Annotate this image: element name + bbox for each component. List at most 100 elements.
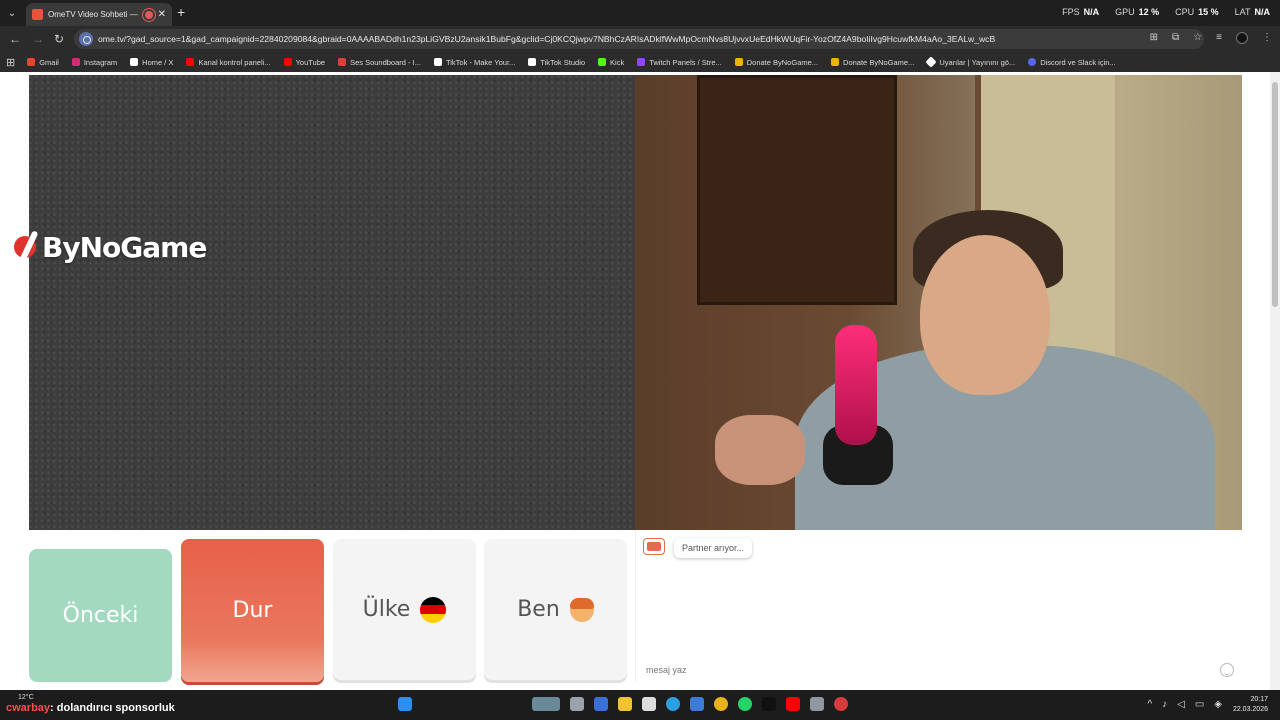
youtube-taskbar-icon[interactable]	[786, 697, 800, 711]
bynogame-icon	[831, 58, 840, 66]
site-info-icon[interactable]	[79, 32, 93, 46]
folder-icon[interactable]	[618, 697, 632, 711]
volume-icon[interactable]: ◈	[1214, 699, 1222, 710]
kick-icon	[598, 58, 607, 66]
tab-search-icon[interactable]: ⌄	[0, 0, 24, 26]
reload-icon[interactable]: ↻	[54, 32, 64, 46]
partner-video-static	[29, 75, 635, 530]
gender-button[interactable]: Ben	[484, 539, 627, 680]
network-icon[interactable]: ▭	[1195, 699, 1204, 710]
weather-temperature[interactable]: 12°C	[18, 694, 34, 701]
bynogame-logo-text: ByNoGame	[42, 230, 207, 264]
edge-icon[interactable]	[666, 697, 680, 711]
url-text[interactable]: ome.tv/?gad_source=1&gad_campaignid=2284…	[98, 34, 995, 44]
whatsapp-icon[interactable]	[738, 697, 752, 711]
obs-icon[interactable]	[834, 697, 848, 711]
performance-overlay: FPS N/A GPU 12 % CPU 15 % LAT N/A	[1062, 7, 1270, 17]
taskbar-apps	[398, 697, 848, 711]
microphone-tray-icon[interactable]: ♪	[1162, 699, 1167, 710]
windows-taskbar: 12°C cwarbay: dolandırıcı sponsorluk ^ ♪…	[0, 690, 1280, 720]
alerts-diamond-icon	[925, 56, 938, 68]
bookmark-alerts[interactable]: Uyarılar | Yayınını gö...	[925, 56, 1015, 68]
bookmark-tiktok-studio[interactable]: TikTok Studio	[528, 58, 585, 67]
bookmark-youtube-studio[interactable]: Kanal kontrol paneli...	[186, 58, 271, 67]
bookmark-star-icon[interactable]: ☆	[1193, 32, 1202, 44]
calculator-icon[interactable]	[642, 697, 656, 711]
twitch-icon	[637, 58, 646, 66]
perf-cpu: CPU 15 %	[1175, 7, 1219, 17]
country-label: Ülke	[362, 597, 411, 622]
bookmark-twitch-panels[interactable]: Twitch Panels / Stre...	[637, 58, 722, 67]
cast-icon[interactable]: ⧉	[1172, 32, 1179, 44]
scrollbar-thumb[interactable]	[1272, 82, 1278, 307]
tiktok-taskbar-icon[interactable]	[762, 697, 776, 711]
camera-bookshelf	[697, 75, 897, 305]
bookmark-kick[interactable]: Kick	[598, 58, 624, 67]
tab-title: OmeTV Video Sohbeti — O	[48, 10, 140, 19]
country-button[interactable]: Ülke	[333, 539, 476, 680]
message-input[interactable]	[644, 663, 1214, 677]
windows-start-icon[interactable]	[398, 697, 412, 711]
bookmarks-bar: ⊞ Gmail Instagram Home / X Kanal kontrol…	[0, 52, 1280, 72]
bookmark-discord[interactable]: Discord ve Slack için...	[1028, 58, 1116, 67]
youtube-studio-icon	[186, 58, 195, 66]
boy-face-icon	[569, 597, 594, 622]
bynogame-logo: ByNoGame	[12, 230, 207, 264]
settings-gear-icon[interactable]	[810, 697, 824, 711]
ticker-message: : dolandırıcı sponsorluk	[50, 702, 175, 714]
system-tray: ^ ♪ ◁ ▭ ◈	[1147, 699, 1222, 710]
browser-toolbar: ← → ↻ ome.tv/?gad_source=1&gad_campaigni…	[0, 26, 1280, 52]
store-icon[interactable]	[594, 697, 608, 711]
bookmark-youtube[interactable]: YouTube	[283, 58, 325, 67]
bookmark-x[interactable]: Home / X	[130, 58, 173, 67]
mail-icon[interactable]	[690, 697, 704, 711]
ticker-username: cwarbay	[6, 702, 51, 714]
bynogame-logo-icon	[12, 230, 40, 264]
emoji-icon[interactable]	[1220, 663, 1234, 677]
tab-close-icon[interactable]: ✕	[158, 9, 166, 20]
bookmark-tiktok[interactable]: TikTok - Make Your...	[433, 58, 515, 67]
perf-gpu: GPU 12 %	[1115, 7, 1160, 17]
profile-avatar[interactable]	[1236, 32, 1248, 44]
back-arrow-icon[interactable]: ←	[9, 32, 21, 46]
extensions-icon[interactable]: ≡	[1216, 32, 1222, 44]
tab-ometv[interactable]: OmeTV Video Sohbeti — O ✕	[26, 3, 172, 26]
speaker-icon[interactable]: ◁	[1177, 699, 1185, 710]
bookmark-donate-2[interactable]: Donate ByNoGame...	[831, 58, 914, 67]
bynogame-icon	[734, 58, 743, 66]
stop-label: Dur	[232, 598, 273, 623]
toolbar-actions: ⊞ ⧉ ☆ ≡ ⋮	[1150, 32, 1272, 44]
bookmark-soundboard[interactable]: Ses Soundboard - I...	[338, 58, 421, 67]
address-bar[interactable]: ome.tv/?gad_source=1&gad_campaignid=2284…	[74, 29, 1204, 49]
instagram-icon	[71, 58, 80, 66]
bookmark-instagram[interactable]: Instagram	[71, 58, 117, 67]
file-icon[interactable]	[570, 697, 584, 711]
bookmark-gmail[interactable]: Gmail	[27, 58, 59, 67]
menu-kebab-icon[interactable]: ⋮	[1262, 32, 1272, 44]
tray-overflow-icon[interactable]: ^	[1147, 699, 1152, 710]
chrome-icon[interactable]	[714, 697, 728, 711]
tiktok-icon	[433, 58, 442, 66]
soundboard-icon	[338, 58, 347, 66]
youtube-icon	[283, 58, 292, 66]
tiktok-studio-icon	[528, 58, 537, 66]
widgets-car-icon[interactable]	[532, 697, 560, 711]
previous-button[interactable]: Önceki	[29, 549, 172, 682]
forward-arrow-icon[interactable]: →	[32, 32, 44, 46]
gmail-icon	[27, 58, 36, 66]
bookmark-donate-1[interactable]: Donate ByNoGame...	[734, 58, 818, 67]
stream-ticker: cwarbay: dolandırıcı sponsorluk	[6, 702, 175, 714]
chat-panel: Partner arıyor...	[635, 530, 1242, 682]
clock-time: 20:17	[1250, 696, 1268, 703]
page-scrollbar[interactable]	[1270, 72, 1280, 690]
stop-button[interactable]: Dur	[181, 539, 324, 682]
browser-tab-strip: ⌄ OmeTV Video Sohbeti — O ✕ + FPS N/A GPU…	[0, 0, 1280, 26]
self-camera-video	[635, 75, 1242, 530]
ometv-favicon-icon	[32, 9, 43, 20]
system-clock[interactable]: 20:17 22.03.2026	[1233, 695, 1268, 715]
chat-status-message: Partner arıyor...	[674, 538, 753, 558]
translate-icon[interactable]: ⊞	[1150, 32, 1158, 44]
ometv-chat-logo-icon	[643, 538, 665, 555]
apps-grid-icon[interactable]: ⊞	[6, 56, 15, 69]
new-tab-button[interactable]: +	[177, 4, 185, 20]
